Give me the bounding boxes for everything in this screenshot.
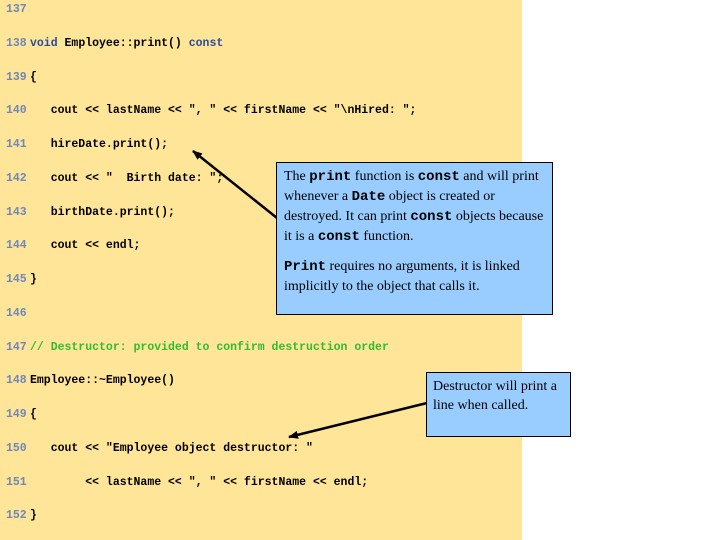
line-number: 146	[6, 307, 27, 320]
code-term: const	[317, 229, 360, 245]
code-text: Employee::print()	[64, 37, 189, 50]
line-number: 148	[6, 374, 27, 387]
code-line-141: 141 hireDate.print();	[6, 137, 168, 153]
code-text: {	[30, 408, 37, 421]
line-number: 147	[6, 341, 27, 354]
callout-destructor: Destructor will print a line when called…	[426, 372, 571, 437]
code-text: << lastName << ", " << firstName << endl…	[30, 476, 369, 489]
callout-print-paragraph-1: The print function is const and will pri…	[284, 167, 546, 247]
code-term: Date	[351, 189, 386, 205]
code-term: const	[417, 169, 460, 185]
code-text: cout << "Employee object destructor: "	[30, 442, 313, 455]
code-text: }	[30, 509, 37, 522]
callout-destructor-text: Destructor will print a line when called…	[433, 379, 558, 413]
code-text: hireDate.print();	[30, 138, 169, 151]
line-number: 137	[6, 3, 27, 16]
code-term: Print	[284, 259, 327, 275]
line-number: 145	[6, 273, 27, 286]
code-line-144: 144 cout << endl;	[6, 238, 140, 254]
line-number: 143	[6, 206, 27, 219]
code-text: Employee::~Employee()	[30, 374, 175, 387]
line-number: 151	[6, 476, 27, 489]
code-line-145: 145}	[6, 272, 37, 288]
code-text: birthDate.print();	[30, 206, 175, 219]
code-line-143: 143 birthDate.print();	[6, 205, 175, 221]
text: function is	[351, 169, 418, 184]
line-number: 150	[6, 442, 27, 455]
code-text: cout << " Birth date: ";	[30, 172, 224, 185]
code-line-137: 137	[6, 2, 30, 18]
line-number: 138	[6, 37, 27, 50]
code-line-147: 147// Destructor: provided to confirm de…	[6, 340, 389, 356]
code-line-142: 142 cout << " Birth date: ";	[6, 171, 223, 187]
code-text: cout << endl;	[30, 239, 141, 252]
code-line-151: 151 << lastName << ", " << firstName << …	[6, 475, 368, 491]
line-number: 144	[6, 239, 27, 252]
line-number: 142	[6, 172, 27, 185]
code-line-149: 149{	[6, 407, 37, 423]
code-comment: // Destructor: provided to confirm destr…	[30, 341, 389, 354]
code-line-138: 138 void Employee::print() const	[6, 36, 223, 52]
callout-print-paragraph-2: Print requires no arguments, it is linke…	[284, 257, 546, 296]
line-number: 149	[6, 408, 27, 421]
line-number: 141	[6, 138, 27, 151]
code-text: }	[30, 273, 37, 286]
code-term: const	[410, 209, 453, 225]
keyword: const	[188, 37, 224, 50]
code-line-152: 152}	[6, 508, 37, 524]
line-number: 152	[6, 509, 27, 522]
code-term: print	[309, 169, 352, 185]
text: function.	[359, 229, 414, 244]
line-number: 139	[6, 71, 27, 84]
code-line-150: 150 cout << "Employee object destructor:…	[6, 441, 313, 457]
keyword: void	[30, 37, 65, 50]
code-line-146: 146	[6, 306, 30, 322]
code-text: {	[30, 71, 37, 84]
code-line-148: 148 Employee::~Employee()	[6, 373, 175, 389]
callout-print-const: The print function is const and will pri…	[276, 162, 553, 315]
code-text: cout << lastName << ", " << firstName <<…	[30, 104, 417, 117]
line-number: 140	[6, 104, 27, 117]
code-line-139: 139{	[6, 70, 37, 86]
code-line-140: 140 cout << lastName << ", " << firstNam…	[6, 103, 416, 119]
text: The	[284, 169, 310, 184]
